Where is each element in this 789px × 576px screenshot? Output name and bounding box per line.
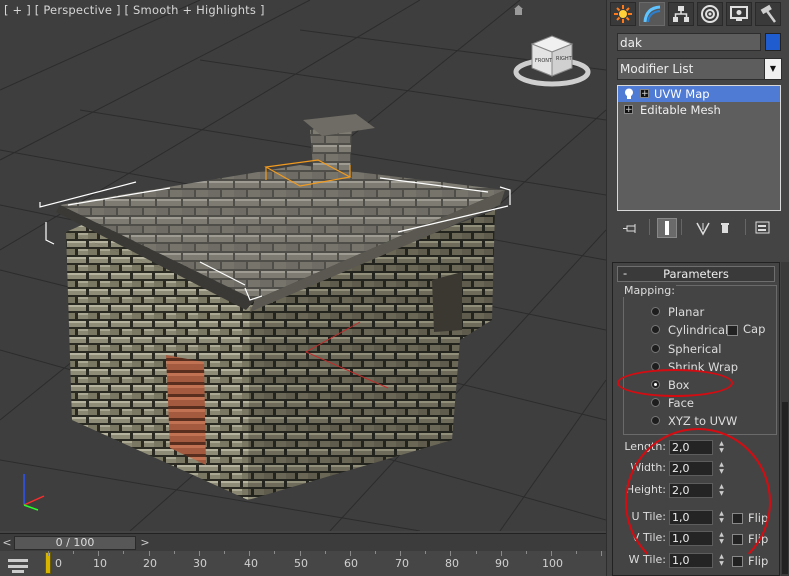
viewcube-right-label: RIGHT — [556, 56, 573, 62]
tick-mark — [324, 551, 326, 554]
modifier-stack[interactable]: + UVW Map + Editable Mesh — [617, 85, 781, 211]
tick-mark — [525, 551, 527, 554]
tick-mark — [198, 551, 200, 556]
stack-item-label: UVW Map — [654, 87, 710, 101]
tick-mark — [224, 551, 226, 554]
modify-tab[interactable] — [639, 2, 665, 26]
tick-label-60: 60 — [344, 557, 358, 570]
stack-item-uvw-map[interactable]: + UVW Map — [618, 86, 780, 102]
tick-mark — [601, 551, 603, 556]
tick-mark — [500, 551, 502, 556]
create-icon — [614, 5, 632, 23]
home-icon[interactable] — [514, 5, 523, 15]
radio-icon — [651, 416, 660, 425]
object-name-field[interactable]: dak — [617, 33, 761, 51]
remove-modifier-button[interactable] — [715, 218, 735, 238]
motion-tab[interactable] — [697, 2, 723, 26]
stack-item-editable-mesh[interactable]: + Editable Mesh — [618, 102, 780, 118]
lightbulb-icon[interactable] — [624, 88, 634, 100]
command-panel-scrollbar[interactable] — [781, 262, 789, 576]
tick-mark — [349, 551, 351, 556]
tick-label-10: 10 — [93, 557, 107, 570]
chevron-down-icon[interactable]: ▼ — [764, 59, 781, 79]
expand-icon[interactable]: + — [624, 105, 633, 115]
configure-sets-button[interactable] — [753, 218, 773, 238]
cap-label: Cap — [743, 322, 766, 336]
modifier-list-label: Modifier List — [620, 62, 694, 76]
tick-label-90: 90 — [495, 557, 509, 570]
make-unique-button[interactable] — [693, 218, 713, 238]
tick-label-80: 80 — [445, 557, 459, 570]
display-tab[interactable] — [726, 2, 752, 26]
utilities-tab[interactable] — [755, 2, 781, 26]
hammer-icon — [760, 4, 777, 23]
tick-mark — [173, 551, 175, 554]
rollout-title: Parameters — [663, 267, 729, 281]
mapping-group-title: Mapping: — [623, 284, 676, 297]
create-tab[interactable] — [610, 2, 636, 26]
radio-icon — [651, 398, 660, 407]
track-bar-icon[interactable] — [6, 555, 30, 575]
show-end-result-button[interactable] — [657, 218, 677, 238]
tick-mark — [148, 551, 150, 556]
w-flip-label: Flip — [748, 554, 769, 568]
tick-mark — [551, 551, 552, 556]
parameters-rollout-header[interactable]: - Parameters — [617, 266, 775, 282]
annotation-ellipse-params — [625, 428, 771, 576]
stack-item-label: Editable Mesh — [640, 103, 721, 117]
configure-sets-icon — [755, 221, 770, 234]
trash-icon — [721, 223, 729, 233]
collapse-icon[interactable]: - — [623, 266, 627, 280]
expand-icon[interactable]: + — [640, 89, 649, 99]
next-frame-button[interactable]: > — [138, 536, 152, 550]
tick-mark — [249, 551, 251, 556]
tick-label-100: 100 — [542, 557, 563, 570]
cap-checkbox[interactable] — [727, 325, 738, 336]
command-panel: dak Modifier List ▼ + UVW Map + Editable… — [606, 0, 789, 576]
show-end-result-icon — [665, 221, 669, 235]
radio-icon — [651, 307, 660, 316]
tick-mark — [48, 551, 49, 556]
tick-label-20: 20 — [143, 557, 157, 570]
perspective-viewport[interactable]: FRONT RIGHT [ + ] [ Perspective ] [ Smoo… — [0, 0, 606, 531]
modifier-list-dropdown[interactable]: Modifier List ▼ — [617, 58, 782, 80]
tick-mark — [400, 551, 402, 556]
radio-icon — [651, 325, 660, 334]
pin-stack-button[interactable] — [621, 218, 641, 238]
tick-mark — [475, 551, 477, 554]
object-color-swatch[interactable] — [765, 33, 781, 51]
scroll-thumb[interactable] — [782, 402, 788, 574]
tick-label-40: 40 — [244, 557, 258, 570]
tick-mark — [98, 551, 100, 556]
time-slider-bar: < 0 / 100 > — [0, 533, 606, 552]
tick-label-30: 30 — [193, 557, 207, 570]
viewcube-front-label: FRONT — [535, 58, 553, 64]
tick-label-0: 0 — [55, 557, 62, 570]
time-slider[interactable]: 0 / 100 — [14, 536, 136, 550]
tick-mark — [425, 551, 427, 554]
display-icon — [730, 6, 748, 21]
previous-frame-button[interactable]: < — [0, 536, 14, 550]
motion-icon — [701, 5, 719, 23]
hierarchy-tab[interactable] — [668, 2, 694, 26]
scene-render: FRONT RIGHT — [0, 0, 606, 531]
tick-label-70: 70 — [395, 557, 409, 570]
radio-icon — [651, 344, 660, 353]
make-unique-icon — [696, 222, 710, 236]
tick-mark — [576, 551, 578, 554]
pin-stack-icon — [623, 224, 636, 233]
tick-mark — [123, 551, 125, 554]
tick-mark — [274, 551, 276, 554]
tick-mark — [73, 551, 75, 554]
tick-label-50: 50 — [294, 557, 308, 570]
stack-toolbar — [611, 216, 787, 240]
tick-mark — [374, 551, 376, 554]
annotation-ellipse-box — [617, 369, 733, 397]
tick-mark — [299, 551, 301, 556]
tick-mark — [450, 551, 452, 556]
viewport-label[interactable]: [ + ] [ Perspective ] [ Smooth + Highlig… — [4, 3, 265, 17]
track-bar[interactable]: 0 10 20 30 40 50 60 70 80 90 100 — [0, 551, 606, 576]
modify-icon — [643, 5, 661, 23]
hierarchy-icon — [673, 6, 689, 22]
